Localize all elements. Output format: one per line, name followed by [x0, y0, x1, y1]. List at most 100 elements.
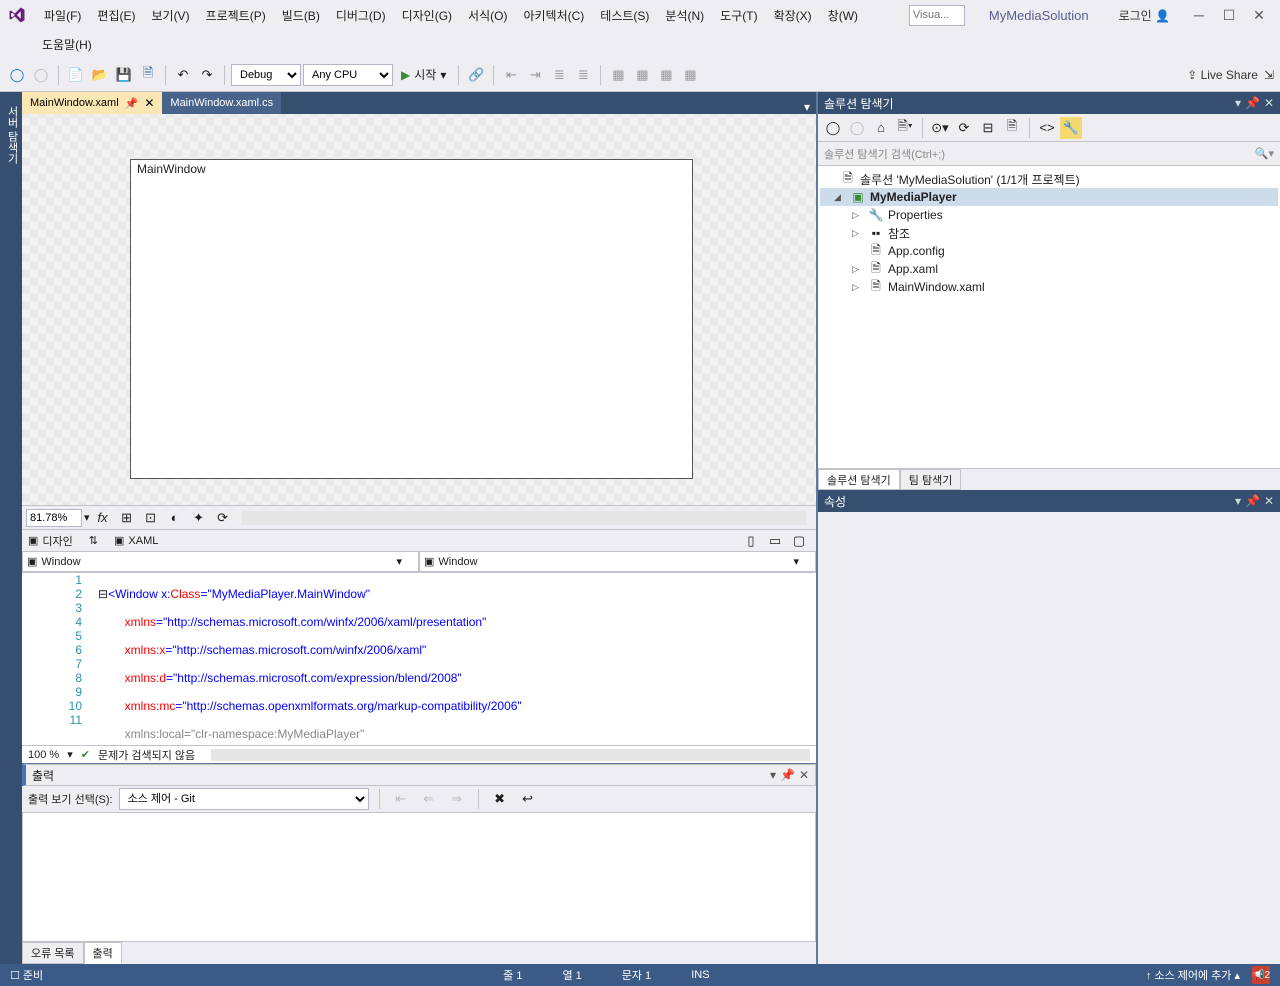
panel-dropdown-icon[interactable]: ▾ [1235, 96, 1241, 110]
config-dropdown[interactable]: Debug [231, 64, 301, 86]
menu-tools[interactable]: 도구(T) [712, 3, 765, 28]
find-msg-icon[interactable]: ⇤ [390, 788, 412, 810]
designer-canvas[interactable]: MainWindow [130, 159, 693, 479]
login-button[interactable]: 로그인 👤 [1113, 3, 1176, 28]
nav-fwd-button[interactable]: ◯ [30, 64, 52, 86]
start-debug-button[interactable]: ▶시작 ▾ [395, 64, 452, 86]
tab-mainwindow-xaml-cs[interactable]: MainWindow.xaml.cs [162, 92, 281, 114]
platform-dropdown[interactable]: Any CPU [303, 64, 393, 86]
snap-lines-icon[interactable]: ⊡ [140, 507, 162, 529]
se-fwd-icon[interactable]: ◯ [846, 117, 868, 139]
quick-search-input[interactable] [909, 5, 965, 26]
pin-icon[interactable]: 📌 [1245, 494, 1260, 508]
tb-btn-6[interactable]: ▦ [631, 64, 653, 86]
close-icon[interactable]: ✕ [799, 768, 809, 782]
tb-btn-4[interactable]: ≣ [572, 64, 594, 86]
minimize-button[interactable]: ─ [1184, 2, 1214, 28]
panel-dropdown-icon[interactable]: ▾ [770, 768, 776, 782]
pin-icon[interactable]: 📌 [780, 768, 795, 782]
output-source-dropdown[interactable]: 소스 제어 - Git [119, 788, 369, 810]
live-share-button[interactable]: ⇪ Live Share [1187, 68, 1258, 82]
menu-test[interactable]: 테스트(S) [592, 3, 657, 28]
tree-item[interactable]: ▷▪▪참조 [820, 224, 1278, 242]
undo-button[interactable]: ↶ [172, 64, 194, 86]
menu-format[interactable]: 서식(O) [460, 3, 515, 28]
tb-btn-7[interactable]: ▦ [655, 64, 677, 86]
refresh-icon[interactable]: ⟳ [212, 507, 234, 529]
redo-button[interactable]: ↷ [196, 64, 218, 86]
zoom-dropdown-icon[interactable]: ▾ [84, 511, 90, 524]
close-icon[interactable]: ✕ [144, 96, 154, 110]
menu-debug[interactable]: 디버그(D) [328, 3, 394, 28]
tree-project[interactable]: ◢▣MyMediaPlayer [820, 188, 1278, 206]
se-home-icon[interactable]: ⌂ [870, 117, 892, 139]
split-h-icon[interactable]: ▭ [764, 530, 786, 552]
save-all-button[interactable]: 🗎 [137, 64, 159, 86]
code-content[interactable]: ⊟<Window x:Class="MyMediaPlayer.MainWind… [94, 573, 816, 745]
tb-btn-8[interactable]: ▦ [679, 64, 701, 86]
prev-msg-icon[interactable]: ⇐ [418, 788, 440, 810]
fx-button[interactable]: fx [92, 507, 114, 529]
menu-project[interactable]: 프로젝트(P) [198, 3, 274, 28]
tree-solution[interactable]: 🗎솔루션 'MyMediaSolution' (1/1개 프로젝트) [820, 170, 1278, 188]
menu-edit[interactable]: 편집(E) [89, 3, 143, 28]
open-file-button[interactable]: 📂 [89, 64, 111, 86]
menu-file[interactable]: 파일(F) [36, 3, 89, 28]
close-button[interactable]: ✕ [1244, 2, 1274, 28]
attach-button[interactable]: 🔗 [465, 64, 487, 86]
source-control-button[interactable]: ↑ 소스 제어에 추가 ▴ [1146, 967, 1240, 983]
word-wrap-icon[interactable]: ↩ [517, 788, 539, 810]
close-icon[interactable]: ✕ [1264, 494, 1274, 508]
se-tab[interactable]: 솔루션 탐색기 [818, 469, 900, 490]
se-showall-icon[interactable]: 🗎 [1001, 117, 1023, 139]
menu-help[interactable]: 도움말(H) [34, 32, 100, 57]
se-tree[interactable]: 🗎솔루션 'MyMediaSolution' (1/1개 프로젝트) ◢▣MyM… [818, 166, 1280, 468]
maximize-button[interactable]: ☐ [1214, 2, 1244, 28]
se-back-icon[interactable]: ◯ [822, 117, 844, 139]
tree-item[interactable]: ▷🔧Properties [820, 206, 1278, 224]
se-code-icon[interactable]: <> [1036, 117, 1058, 139]
clear-all-icon[interactable]: ✖ [489, 788, 511, 810]
xaml-designer[interactable]: MainWindow [22, 114, 816, 505]
output-tab[interactable]: 출력 [84, 942, 122, 964]
menu-analyze[interactable]: 분석(N) [657, 3, 712, 28]
tab-overflow-button[interactable]: ▾ [798, 100, 816, 114]
output-text[interactable] [22, 812, 816, 942]
error-list-tab[interactable]: 오류 목록 [22, 942, 84, 964]
swap-panes-icon[interactable]: ⇅ [89, 534, 98, 547]
scope-combo-right[interactable]: ▣ Window▾ [419, 551, 816, 572]
close-icon[interactable]: ✕ [1264, 96, 1274, 110]
tree-item[interactable]: ▷🗎MainWindow.xaml [820, 278, 1278, 296]
menu-design[interactable]: 디자인(G) [394, 3, 460, 28]
menu-build[interactable]: 빌드(B) [274, 3, 328, 28]
collapse-pane-icon[interactable]: ▢ [788, 530, 810, 552]
se-collapse-icon[interactable]: ⊟ [977, 117, 999, 139]
notifications-button[interactable]: 📢2 [1252, 966, 1270, 984]
search-icon[interactable]: 🔍▾ [1255, 147, 1274, 160]
se-sync-icon[interactable]: 🗎▾ [894, 117, 916, 139]
tab-mainwindow-xaml[interactable]: MainWindow.xaml 📌 ✕ [22, 92, 162, 114]
menu-architecture[interactable]: 아키텍처(C) [515, 3, 592, 28]
scope-combo-left[interactable]: ▣ Window▾ [22, 551, 419, 572]
split-v-icon[interactable]: ▯ [740, 530, 762, 552]
se-search[interactable]: 솔루션 탐색기 검색(Ctrl+;) 🔍▾ [818, 142, 1280, 166]
tree-item[interactable]: ▷🗎App.xaml [820, 260, 1278, 278]
panel-dropdown-icon[interactable]: ▾ [1235, 494, 1241, 508]
tb-btn-5[interactable]: ▦ [607, 64, 629, 86]
tree-item[interactable]: 🗎App.config [820, 242, 1278, 260]
next-msg-icon[interactable]: ⇒ [446, 788, 468, 810]
code-hscrollbar[interactable] [211, 749, 810, 761]
save-button[interactable]: 💾 [113, 64, 135, 86]
live-share-share-icon[interactable]: ⇲ [1264, 68, 1274, 82]
server-explorer-tab[interactable]: 서버 탐색기 [2, 100, 22, 964]
xaml-tab[interactable]: ▣ XAML [114, 534, 158, 547]
menu-view[interactable]: 보기(V) [143, 3, 197, 28]
menu-extensions[interactable]: 확장(X) [766, 3, 820, 28]
design-tab[interactable]: ▣ 디자인 [28, 533, 73, 549]
nav-back-button[interactable]: ◯ [6, 64, 28, 86]
menu-window[interactable]: 창(W) [820, 3, 866, 28]
contrast-icon[interactable]: ◐ [164, 507, 186, 529]
zoom-input[interactable] [26, 509, 82, 527]
se-refresh-icon[interactable]: ⟳ [953, 117, 975, 139]
new-project-button[interactable]: 📄 [65, 64, 87, 86]
